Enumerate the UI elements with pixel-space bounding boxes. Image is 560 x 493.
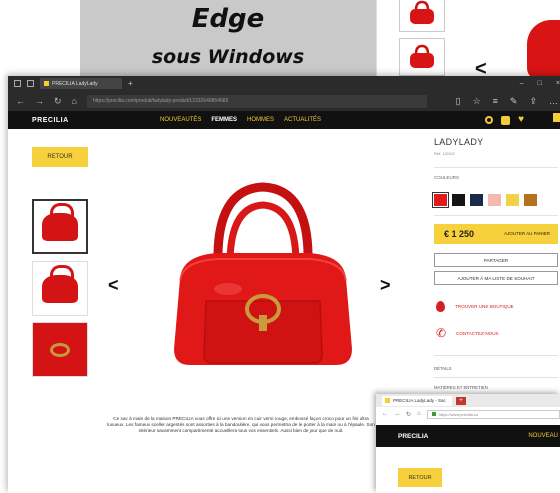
account-icon[interactable] [553, 113, 560, 122]
tab-bar: PRECILIA LadyLady - Sac + [376, 394, 560, 407]
lock-icon [431, 412, 436, 416]
caption-banner: Edge sous Windows [80, 0, 376, 80]
color-swatch[interactable] [506, 194, 519, 206]
find-store-link[interactable]: TROUVER UNE BOUTIQUE [436, 301, 514, 312]
phone-icon: ✆ [436, 326, 447, 340]
back-arrow-icon[interactable]: ← [382, 411, 388, 417]
product-thumbnail[interactable] [32, 322, 88, 377]
main-menu: NOUVEAUTÉS FEMMES HOMMES ACTUALITÉS [160, 117, 321, 123]
address-bar-row: ← → ↻ ⌂ https://precilia.com/produit/lad… [8, 91, 560, 111]
peek-bag-image [527, 20, 560, 80]
thumbnail-bag-image [42, 202, 78, 241]
favicon-icon [385, 398, 390, 403]
site-logo[interactable]: PRECILIA [8, 117, 160, 124]
chevron-left-icon[interactable]: < [108, 275, 119, 296]
map-pin-icon [436, 301, 445, 312]
browser-tab[interactable]: PRECILIA LadyLady - Sac [382, 395, 452, 406]
color-swatches [432, 192, 537, 208]
tab-bar: PRECILIA LadyLady + – □ × [8, 76, 560, 91]
contact-link[interactable]: ✆ CONTACTEZ-NOUS [436, 327, 499, 339]
menu-item-femmes[interactable]: FEMMES [211, 117, 237, 123]
chevron-right-icon[interactable]: > [380, 275, 391, 296]
menu-item-hommes[interactable]: HOMMES [247, 117, 274, 123]
tab-actions-icon[interactable] [14, 80, 21, 87]
notes-icon[interactable]: ✎ [510, 96, 518, 107]
background-window-peek: < [376, 0, 560, 80]
window-controls: – □ × [520, 80, 560, 87]
color-swatch[interactable] [452, 194, 465, 206]
maximize-button[interactable]: □ [538, 80, 542, 87]
divider [434, 377, 558, 378]
add-to-cart-button[interactable]: AJOUTER AU PANIER [500, 231, 558, 237]
browser-toolbar-icons: ▯ ☆ ≡ ✎ ⇪ … [456, 96, 560, 107]
site-navigation: PRECILIA NOUVEAU [376, 425, 560, 447]
menu-item-nouveautes[interactable]: NOUVEAUTÉS [160, 117, 201, 123]
url-text: https://www.precilia.co [438, 411, 479, 417]
heart-icon[interactable]: ♥ [518, 115, 524, 125]
color-swatch[interactable] [470, 194, 483, 206]
details-section-toggle[interactable]: DÉTAILS [434, 366, 452, 371]
new-tab-button[interactable]: + [128, 79, 133, 88]
tab-title: PRECILIA LadyLady - Sac [393, 398, 446, 403]
product-title: LADYLADY [434, 137, 484, 147]
color-swatch[interactable] [432, 192, 449, 208]
more-icon[interactable]: … [549, 96, 558, 107]
second-browser-window: PRECILIA LadyLady - Sac + ← → ↻ ⌂ https:… [376, 394, 560, 493]
menu-item-actualites[interactable]: ACTUALITÉS [284, 117, 321, 123]
product-price: € 1 250 [444, 229, 475, 239]
site-navigation: PRECILIA NOUVEAUTÉS FEMMES HOMMES ACTUAL… [8, 111, 560, 129]
wishlist-button[interactable]: AJOUTER À MA LISTE DE SOUHAIT [434, 271, 558, 285]
materials-section-toggle[interactable]: MATIÈRES ET ENTRETIEN [434, 385, 488, 390]
peek-thumbnail [399, 38, 445, 76]
caption-title: Edge [191, 4, 265, 34]
product-description: Ce sac à main de la maison PRECILIA vous… [107, 416, 375, 434]
minimize-button[interactable]: – [520, 80, 524, 87]
back-arrow-icon[interactable]: ← [16, 96, 25, 106]
refresh-icon[interactable]: ↻ [54, 96, 62, 107]
caption-subtitle: sous Windows [151, 46, 305, 68]
back-button[interactable]: RETOUR [398, 468, 442, 487]
forward-arrow-icon[interactable]: → [394, 411, 400, 417]
find-store-label: TROUVER UNE BOUTIQUE [455, 304, 514, 309]
product-main-image [174, 182, 352, 365]
new-tab-button[interactable]: + [456, 396, 466, 405]
forward-arrow-icon[interactable]: → [35, 96, 44, 106]
tab-title: PRECILIA LadyLady [52, 80, 98, 87]
address-input[interactable]: https://www.precilia.co [426, 409, 560, 419]
price-box: € 1 250 AJOUTER AU PANIER [434, 224, 558, 244]
favicon-icon [44, 81, 49, 86]
browser-tab[interactable]: PRECILIA LadyLady [40, 78, 122, 89]
product-reference: Ref. 1/2/3/2 [434, 151, 455, 156]
site-action-icons: ♥ [485, 115, 560, 125]
menu-item-nouveautes[interactable]: NOUVEAU [528, 433, 560, 439]
tab-set-aside-icon[interactable] [27, 80, 34, 87]
close-button[interactable]: × [556, 80, 560, 87]
product-thumbnail[interactable] [32, 261, 88, 316]
home-icon[interactable]: ⌂ [417, 411, 421, 417]
peek-thumbnail [399, 0, 445, 32]
hub-icon[interactable]: ≡ [493, 96, 498, 107]
product-thumbnail[interactable] [32, 199, 88, 254]
favorite-star-icon[interactable]: ☆ [473, 96, 481, 107]
divider [434, 167, 558, 168]
search-icon[interactable] [485, 116, 494, 124]
home-icon[interactable]: ⌂ [72, 96, 77, 106]
back-button[interactable]: RETOUR [32, 147, 88, 167]
reading-view-icon[interactable]: ▯ [456, 96, 461, 107]
address-input[interactable]: https://precilia.com/produit/ladylady-pr… [86, 94, 427, 108]
shopping-bag-icon[interactable] [501, 115, 511, 125]
color-swatch[interactable] [488, 194, 501, 206]
divider [434, 355, 558, 356]
thumbnail-bag-image [42, 264, 78, 303]
thumbnail-buckle-image [50, 342, 70, 357]
color-swatch[interactable] [524, 194, 537, 206]
colors-label: COULEURS [434, 175, 460, 180]
site-logo[interactable]: PRECILIA [398, 433, 428, 440]
contact-label: CONTACTEZ-NOUS [456, 330, 499, 336]
divider [434, 215, 558, 216]
share-button[interactable]: PARTAGER [434, 253, 558, 267]
address-bar-row: ← → ↻ ⌂ https://www.precilia.co [376, 407, 560, 421]
refresh-icon[interactable]: ↻ [406, 411, 411, 418]
share-icon[interactable]: ⇪ [529, 96, 537, 107]
